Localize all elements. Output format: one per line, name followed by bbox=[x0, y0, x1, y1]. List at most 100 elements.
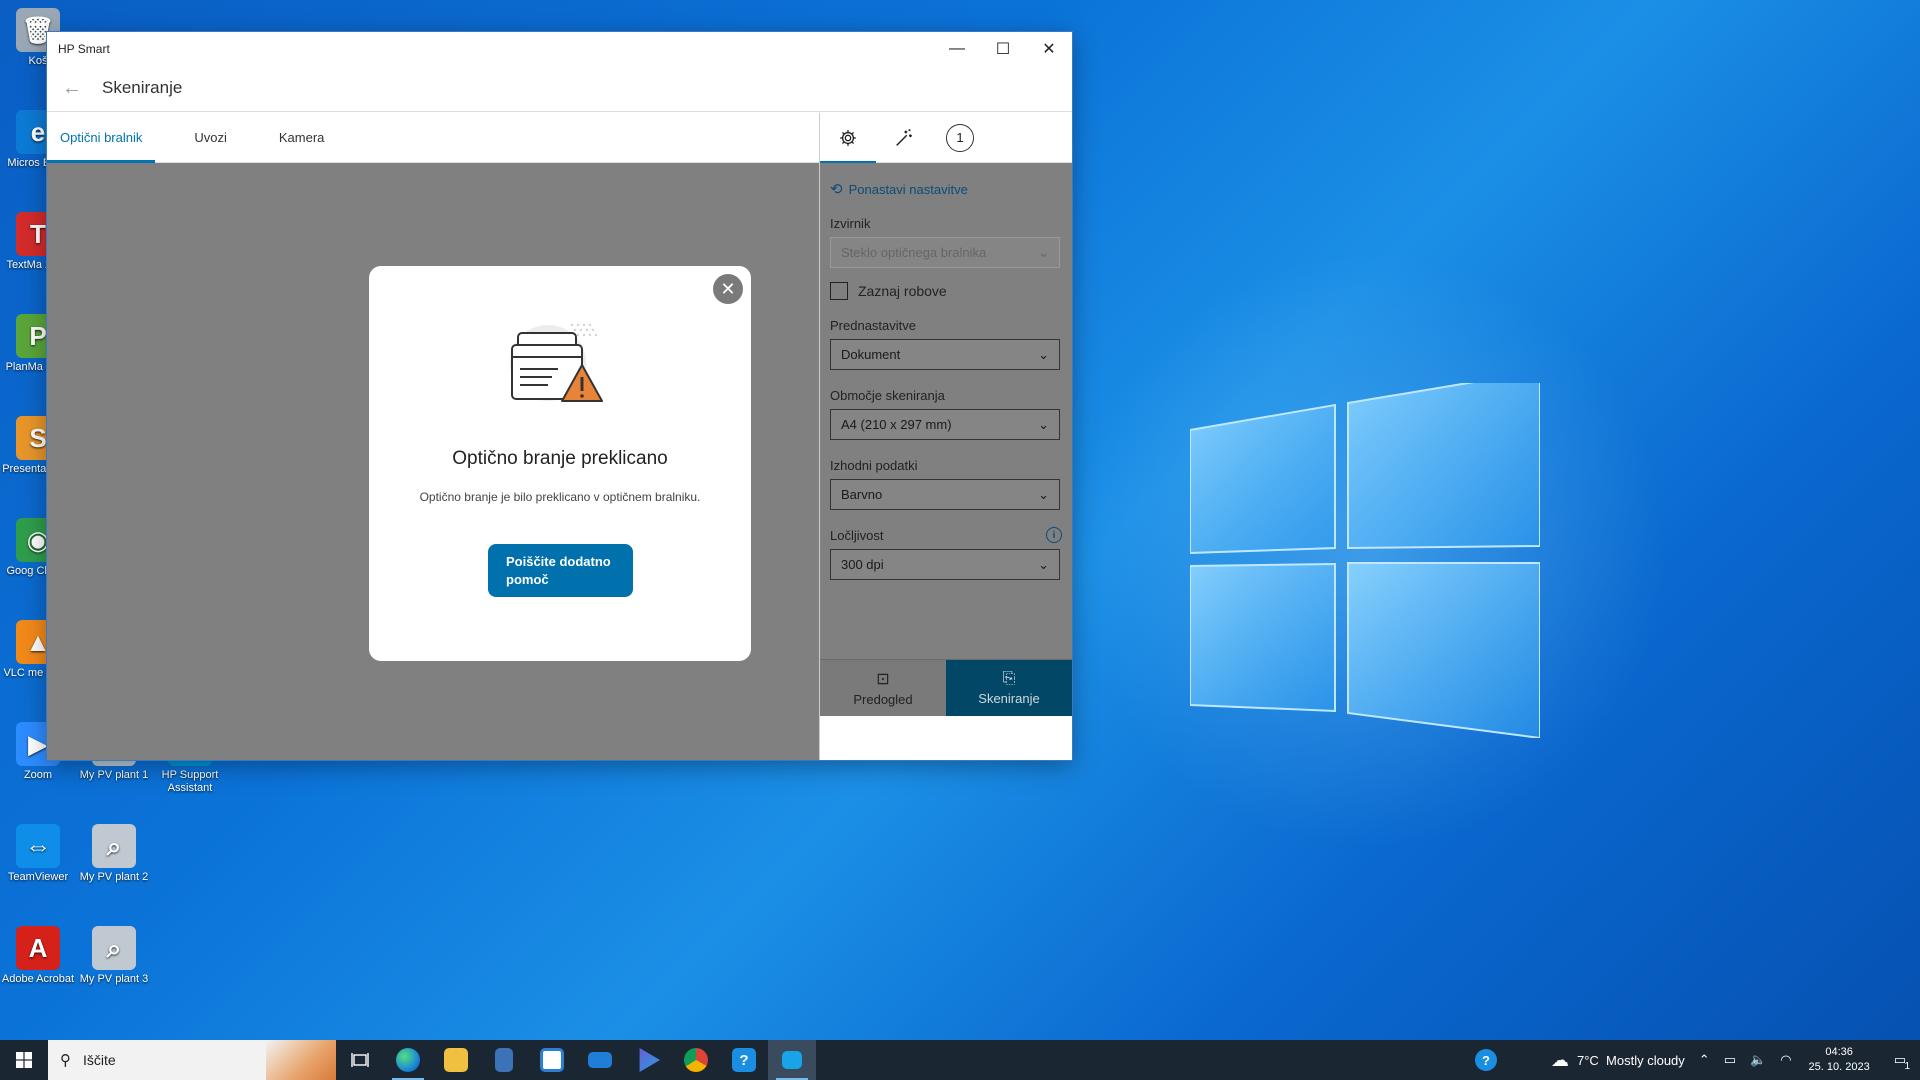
get-more-help-button[interactable]: Poiščite dodatno pomoč bbox=[488, 544, 633, 597]
taskbar-store[interactable] bbox=[528, 1040, 576, 1080]
taskbar-file-explorer[interactable] bbox=[432, 1040, 480, 1080]
calculator-icon bbox=[495, 1048, 513, 1072]
notification-center-button[interactable]: ▭ 1 bbox=[1880, 1040, 1920, 1080]
desktop-icon[interactable]: ⇔ TeamViewer bbox=[0, 824, 76, 884]
chrome-icon bbox=[684, 1048, 708, 1072]
taskbar-help[interactable]: ? bbox=[720, 1040, 768, 1080]
maximize-button[interactable]: ☐ bbox=[980, 32, 1026, 65]
presets-select-value: Dokument bbox=[841, 347, 901, 362]
source-label: Izvirnik bbox=[830, 215, 1062, 231]
desktop-icon[interactable]: A Adobe Acrobat bbox=[0, 926, 76, 986]
source-select[interactable]: Steklo optičnega bralnika ⌄ bbox=[830, 237, 1060, 268]
notification-count: 1 bbox=[1904, 1061, 1910, 1072]
show-hidden-icons-button[interactable]: ⌃ bbox=[1692, 1040, 1717, 1080]
system-tray: ? ☁ 7°C Mostly cloudy ⌃ ▭ 🔈 ◠ 04:36 25. … bbox=[1468, 1040, 1920, 1080]
window-title: HP Smart bbox=[58, 41, 110, 56]
wifi-icon: ◠ bbox=[1780, 1052, 1792, 1067]
scan-area-select-value: A4 (210 x 297 mm) bbox=[841, 417, 952, 432]
desktop-app-icon: ⌕ bbox=[92, 926, 136, 970]
source-label-text: Izvirnik bbox=[830, 215, 871, 231]
tab-import[interactable]: Uvozi bbox=[181, 113, 240, 162]
play-icon bbox=[639, 1048, 660, 1072]
info-icon[interactable]: i bbox=[1046, 527, 1062, 543]
clock-date: 25. 10. 2023 bbox=[1808, 1061, 1870, 1073]
network-tray[interactable]: ◠ bbox=[1773, 1040, 1798, 1080]
windows-start-icon bbox=[16, 1052, 32, 1068]
page-count-badge: 1 bbox=[946, 123, 974, 152]
taskbar-power-automate[interactable] bbox=[624, 1040, 672, 1080]
taskbar: ⚲ Iščite ? ? ☁ 7°C Mostly cloudy ⌃ ▭ 🔈 ◠… bbox=[0, 1040, 1920, 1080]
magic-wand-icon bbox=[896, 128, 912, 146]
preview-button[interactable]: ⊡ Predogled bbox=[820, 659, 946, 716]
tab-scanner-label: Optični bralnik bbox=[60, 130, 143, 145]
hp-smart-window: HP Smart — ☐ ✕ ← Skeniranje Optični bral… bbox=[47, 32, 1072, 760]
minimize-button[interactable]: — bbox=[934, 32, 980, 65]
folder-icon bbox=[444, 1048, 468, 1072]
clock-time: 04:36 bbox=[1825, 1046, 1853, 1058]
weather-widget[interactable]: ☁ 7°C Mostly cloudy bbox=[1544, 1040, 1692, 1080]
tab-scanner[interactable]: Optični bralnik bbox=[47, 113, 156, 163]
scan-icon: ⎘ bbox=[1002, 670, 1016, 687]
search-icon: ⚲ bbox=[60, 1052, 71, 1069]
presets-label: Prednastavitve bbox=[830, 317, 1062, 333]
tab-pages[interactable]: 1 bbox=[932, 113, 988, 163]
task-view-button[interactable] bbox=[336, 1040, 384, 1080]
search-placeholder: Iščite bbox=[83, 1052, 116, 1068]
scan-area-select[interactable]: A4 (210 x 297 mm) ⌄ bbox=[830, 409, 1060, 440]
taskbar-hp-smart[interactable] bbox=[768, 1040, 816, 1080]
tab-import-label: Uvozi bbox=[194, 130, 227, 145]
tab-settings[interactable] bbox=[820, 113, 876, 164]
desktop-icon-label: Zoom bbox=[23, 769, 53, 781]
desktop-icon-label: My PV plant 1 bbox=[79, 769, 149, 781]
desktop-app-icon: A bbox=[16, 926, 60, 970]
desktop-icon[interactable]: ⌕ My PV plant 3 bbox=[76, 926, 152, 986]
scan-cancelled-dialog: ✕ Optično branje preklicano Optično bran… bbox=[369, 266, 751, 661]
chevron-down-icon: ⌄ bbox=[1038, 556, 1049, 572]
reset-settings-link[interactable]: ⟲ Ponastavi nastavitve bbox=[830, 180, 1062, 198]
start-button[interactable] bbox=[0, 1040, 48, 1080]
scan-button[interactable]: ⎘ Skeniranje bbox=[946, 659, 1072, 716]
dialog-title: Optično branje preklicano bbox=[452, 448, 668, 469]
search-highlight-image bbox=[266, 1040, 336, 1080]
desktop-icon[interactable]: ⌕ My PV plant 2 bbox=[76, 824, 152, 884]
detect-edges-row[interactable]: Zaznaj robove bbox=[830, 282, 1062, 300]
title-bar[interactable]: HP Smart — ☐ ✕ bbox=[47, 32, 1072, 65]
volume-tray[interactable]: 🔈 bbox=[1743, 1040, 1773, 1080]
resolution-select[interactable]: 300 dpi ⌄ bbox=[830, 549, 1060, 580]
taskbar-chrome[interactable] bbox=[672, 1040, 720, 1080]
chevron-down-icon: ⌄ bbox=[1038, 486, 1049, 502]
page-header: ← Skeniranje bbox=[47, 65, 1072, 112]
detect-edges-checkbox[interactable] bbox=[830, 282, 848, 300]
taskbar-edge[interactable] bbox=[384, 1040, 432, 1080]
taskbar-mail[interactable] bbox=[576, 1040, 624, 1080]
page-title: Skeniranje bbox=[102, 78, 183, 97]
dialog-close-button[interactable]: ✕ bbox=[713, 274, 743, 304]
desktop-icon-label: TeamViewer bbox=[7, 871, 69, 883]
back-arrow-icon[interactable]: ← bbox=[60, 76, 84, 100]
chevron-down-icon: ⌄ bbox=[1038, 244, 1049, 260]
settings-panel: 1 ⟲ Ponastavi nastavitve Izvirnik Steklo… bbox=[819, 113, 1072, 760]
scan-source-tabs: Optični bralnik Uvozi Kamera bbox=[47, 113, 819, 163]
dialog-message: Optično branje je bilo preklicano v opti… bbox=[419, 490, 701, 504]
gear-icon bbox=[840, 129, 856, 146]
scanner-warning-illustration bbox=[510, 323, 603, 402]
preview-button-label: Predogled bbox=[853, 692, 913, 707]
tab-edit[interactable] bbox=[876, 113, 932, 163]
resolution-select-value: 300 dpi bbox=[841, 557, 884, 572]
presets-select[interactable]: Dokument ⌄ bbox=[830, 339, 1060, 370]
taskbar-search-box[interactable]: ⚲ Iščite bbox=[48, 1040, 336, 1080]
battery-tray[interactable]: ▭ bbox=[1717, 1040, 1743, 1080]
store-icon bbox=[540, 1048, 564, 1072]
scan-button-label: Skeniranje bbox=[978, 691, 1040, 706]
presets-label-text: Prednastavitve bbox=[830, 317, 916, 333]
output-select[interactable]: Barvno ⌄ bbox=[830, 479, 1060, 510]
clock[interactable]: 04:36 25. 10. 2023 bbox=[1799, 1045, 1880, 1075]
scan-area-label-text: Območje skeniranja bbox=[830, 387, 945, 403]
close-window-button[interactable]: ✕ bbox=[1026, 32, 1072, 65]
tab-camera[interactable]: Kamera bbox=[266, 113, 338, 162]
preview-icon: ⊡ bbox=[876, 671, 890, 688]
detect-edges-label: Zaznaj robove bbox=[858, 283, 947, 299]
hp-support-tray[interactable]: ? bbox=[1468, 1040, 1504, 1080]
tab-camera-label: Kamera bbox=[278, 130, 325, 145]
taskbar-calculator[interactable] bbox=[480, 1040, 528, 1080]
